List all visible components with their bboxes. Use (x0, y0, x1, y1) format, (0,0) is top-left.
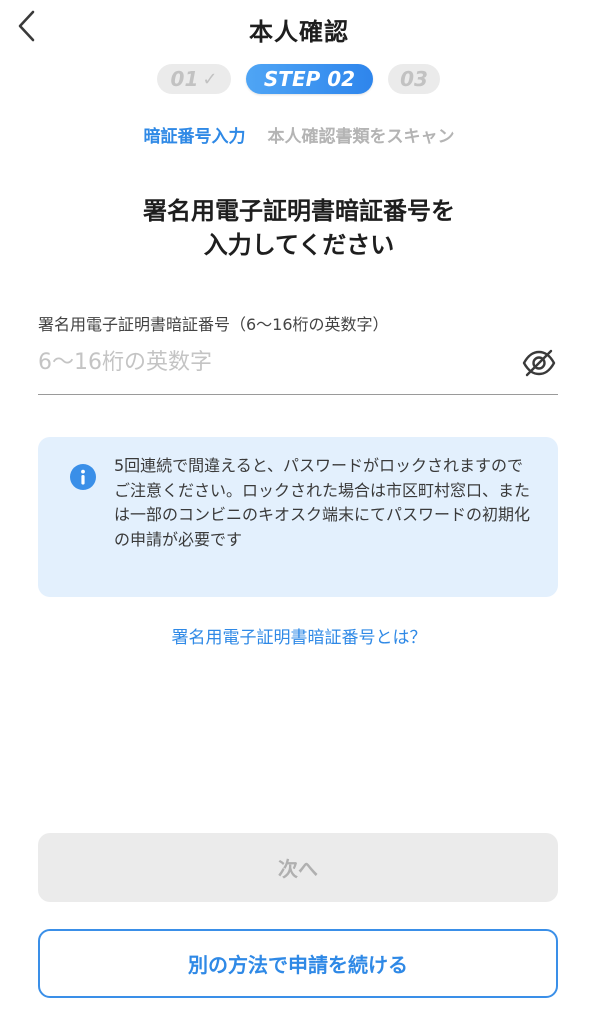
pin-field-underline (38, 394, 558, 395)
step-1-label: 01 (170, 67, 199, 91)
eye-off-icon (522, 349, 556, 377)
step-1-pill: 01 ✓ (157, 64, 231, 94)
step-2-pill: STEP 02 (246, 64, 373, 94)
pin-input[interactable] (38, 342, 508, 382)
header: 本人確認 (0, 0, 598, 58)
main-heading-line-1: 署名用電子証明書暗証番号を (143, 197, 455, 225)
step-2-label: STEP 02 (263, 67, 356, 91)
step-3-pill: 03 (388, 64, 440, 94)
step-indicator: 01 ✓ STEP 02 03 (0, 62, 598, 98)
step-3-label: 03 (400, 67, 428, 91)
substep-document-scan: 本人確認書類をスキャン (267, 127, 455, 147)
toggle-visibility-button[interactable] (520, 345, 558, 381)
pin-help-link[interactable]: 署名用電子証明書暗証番号とは？ (0, 623, 598, 648)
substep-pin-entry: 暗証番号入力 (143, 127, 246, 147)
pin-field-label: 署名用電子証明書暗証番号（6〜16桁の英数字） (38, 315, 389, 334)
page-title: 本人確認 (249, 18, 349, 46)
notice-text: 5回連続で間違えると、パスワードがロックされますのでご注意ください。ロックされた… (114, 456, 531, 549)
main-heading: 署名用電子証明書暗証番号を 入力してください (40, 194, 558, 262)
lock-warning-notice: 5回連続で間違えると、パスワードがロックされますのでご注意ください。ロックされた… (38, 437, 558, 597)
substep-labels: 暗証番号入力 本人確認書類をスキャン (0, 122, 598, 147)
main-heading-line-2: 入力してください (203, 231, 395, 259)
identity-verification-screen: 本人確認 01 ✓ STEP 02 03 暗証番号入力 本人確認書類をスキャン … (0, 0, 598, 1024)
alternate-method-button[interactable]: 別の方法で申請を続ける (38, 929, 558, 998)
info-icon (70, 464, 96, 490)
next-button[interactable]: 次へ (38, 833, 558, 902)
info-glyph (81, 469, 85, 485)
check-icon: ✓ (202, 68, 218, 90)
